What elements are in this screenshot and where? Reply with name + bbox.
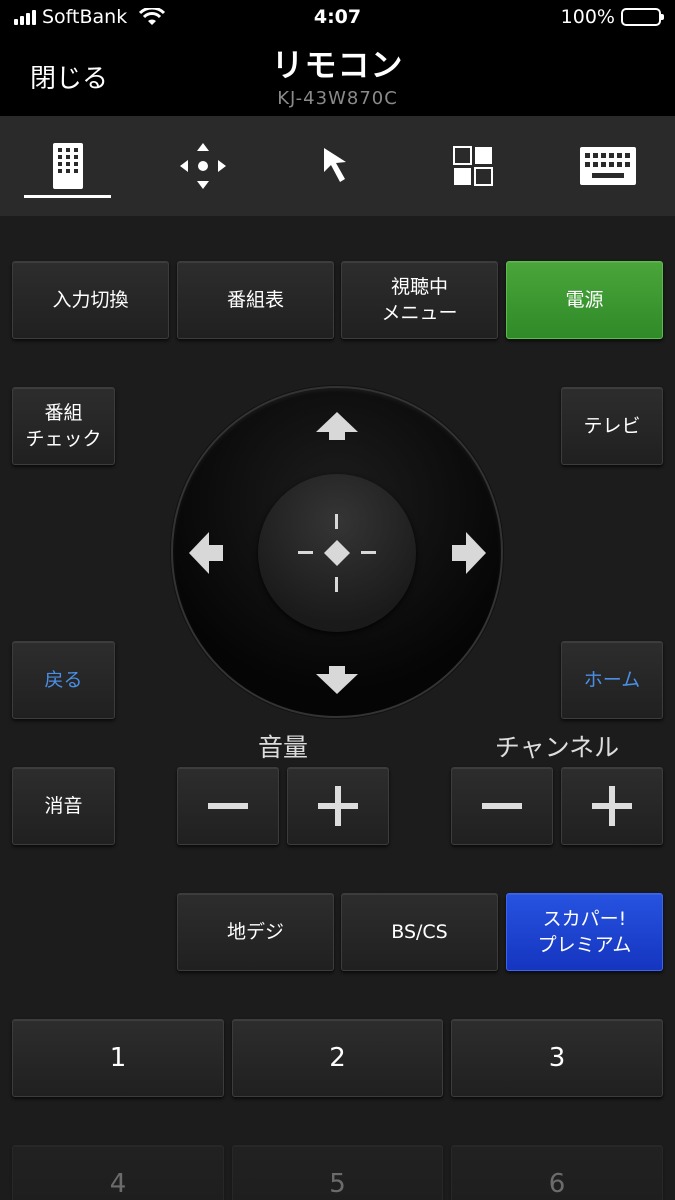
battery-icon bbox=[621, 8, 664, 26]
terrestrial-digital-button[interactable]: 地デジ bbox=[177, 893, 334, 971]
minus-icon bbox=[482, 803, 522, 809]
tab-dpad[interactable] bbox=[135, 116, 270, 216]
power-button[interactable]: 電源 bbox=[506, 261, 663, 339]
channel-down-button[interactable] bbox=[451, 767, 553, 845]
channel-label: チャンネル bbox=[494, 733, 620, 762]
back-button[interactable]: 戻る bbox=[12, 641, 115, 719]
mode-tabs bbox=[0, 116, 675, 216]
number-6-button[interactable]: 6 bbox=[451, 1145, 663, 1200]
skyperfect-premium-button[interactable]: スカパー! プレミアム bbox=[506, 893, 663, 971]
battery: 100% bbox=[560, 6, 664, 28]
dpad-left-button[interactable] bbox=[187, 530, 225, 576]
tab-apps[interactable] bbox=[405, 116, 540, 216]
apps-grid-icon bbox=[452, 146, 493, 186]
bs-cs-button[interactable]: BS/CS bbox=[341, 893, 498, 971]
navigation-bar: 閉じる リモコン KJ-43W870C bbox=[0, 36, 675, 116]
mute-button[interactable]: 消音 bbox=[12, 767, 115, 845]
dpad-icon bbox=[179, 143, 226, 189]
tab-pointer[interactable] bbox=[270, 116, 405, 216]
program-guide-button[interactable]: 番組表 bbox=[177, 261, 334, 339]
options-menu-button[interactable]: 視聴中 メニュー bbox=[341, 261, 498, 339]
volume-up-button[interactable] bbox=[287, 767, 389, 845]
keyboard-icon bbox=[579, 147, 636, 185]
dpad-right-button[interactable] bbox=[450, 530, 488, 576]
minus-icon bbox=[208, 803, 248, 809]
device-model: KJ-43W870C bbox=[277, 88, 398, 109]
page-title: リモコン bbox=[271, 46, 404, 84]
tab-keyboard[interactable] bbox=[540, 116, 675, 216]
input-switch-button[interactable]: 入力切換 bbox=[12, 261, 169, 339]
dpad-enter-button[interactable] bbox=[258, 474, 416, 632]
number-1-button[interactable]: 1 bbox=[12, 1019, 224, 1097]
number-2-button[interactable]: 2 bbox=[232, 1019, 443, 1097]
volume-down-button[interactable] bbox=[177, 767, 279, 845]
volume-label: 音量 bbox=[257, 733, 308, 762]
dpad-down-button[interactable] bbox=[314, 664, 360, 696]
enter-crosshair-icon bbox=[298, 514, 376, 592]
pointer-icon bbox=[323, 148, 346, 182]
number-3-button[interactable]: 3 bbox=[451, 1019, 663, 1097]
dpad-up-button[interactable] bbox=[314, 410, 360, 442]
tab-remote[interactable] bbox=[0, 116, 135, 216]
home-button[interactable]: ホーム bbox=[561, 641, 663, 719]
battery-percent: 100% bbox=[560, 6, 615, 28]
plus-icon bbox=[592, 786, 632, 826]
plus-icon bbox=[318, 786, 358, 826]
remote-keypad-icon bbox=[52, 143, 83, 189]
number-4-button[interactable]: 4 bbox=[12, 1145, 224, 1200]
status-bar: SoftBank 4:07 100% bbox=[0, 0, 675, 36]
number-5-button[interactable]: 5 bbox=[232, 1145, 443, 1200]
program-check-button[interactable]: 番組 チェック bbox=[12, 387, 115, 465]
tv-button[interactable]: テレビ bbox=[561, 387, 663, 465]
channel-up-button[interactable] bbox=[561, 767, 663, 845]
